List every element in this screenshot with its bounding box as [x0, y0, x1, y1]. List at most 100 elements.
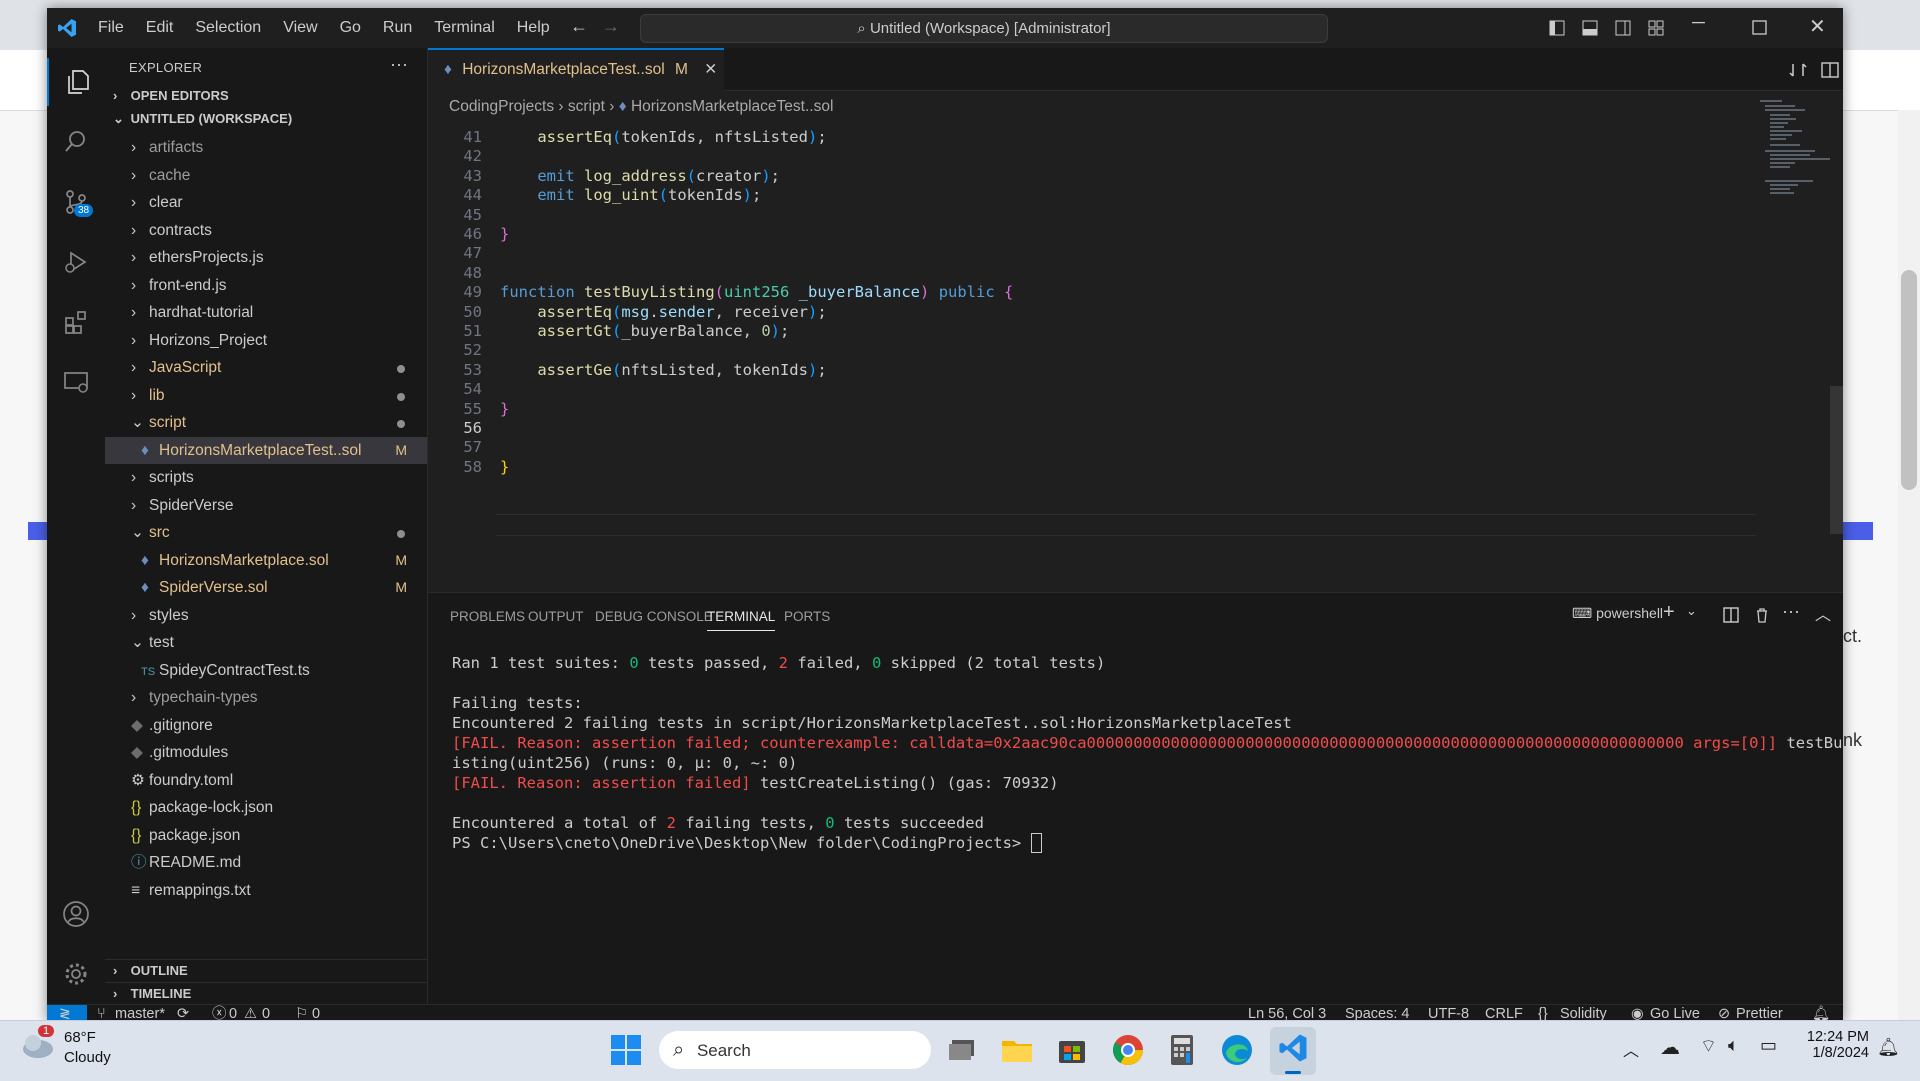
folder-item[interactable]: › artifacts — [105, 134, 427, 161]
clock[interactable]: 12:24 PM 1/8/2024 — [1795, 1029, 1869, 1061]
browser-scrollbar[interactable] — [1898, 110, 1920, 1020]
run-debug-activity[interactable] — [47, 238, 105, 286]
menu-edit[interactable]: Edit — [135, 18, 185, 38]
edge-icon[interactable] — [1218, 1031, 1256, 1069]
command-center-search[interactable]: ⌕ Untitled (Workspace) [Administrator] — [640, 14, 1328, 43]
explorer-activity[interactable] — [47, 58, 107, 106]
folder-item[interactable]: › lib — [105, 382, 427, 409]
taskbar-search[interactable]: ⌕ Search — [659, 1031, 931, 1069]
file-item[interactable]: ♦ HorizonsMarketplaceTest..sol M — [105, 437, 427, 464]
split-editor-icon[interactable] — [1821, 61, 1839, 79]
breadcrumb-folder[interactable]: CodingProjects — [449, 98, 554, 115]
battery-icon[interactable]: ▭ — [1760, 1035, 1777, 1056]
folder-item[interactable]: › ethersProjects.js — [105, 244, 427, 271]
folder-item[interactable]: › hardhat-tutorial — [105, 299, 427, 326]
calculator-icon[interactable] — [1163, 1031, 1201, 1069]
folder-item[interactable]: › cache — [105, 162, 427, 189]
file-item[interactable]: ◆ .gitmodules — [105, 739, 427, 766]
tab-problems[interactable]: PROBLEMS — [450, 609, 525, 624]
split-terminal-icon[interactable] — [1723, 607, 1739, 623]
folder-item[interactable]: › front-end.js — [105, 272, 427, 299]
timeline-section[interactable]: › TIMELINE — [105, 982, 427, 1005]
chrome-icon[interactable] — [1109, 1031, 1147, 1069]
folder-item[interactable]: ⌄ src — [105, 519, 427, 546]
file-item[interactable]: ♦ SpiderVerse.sol M — [105, 574, 427, 601]
notification-bell-icon[interactable]: 🔔︎ — [1877, 1037, 1900, 1058]
code-line[interactable]: } — [500, 400, 509, 418]
folder-item[interactable]: › Horizons_Project — [105, 327, 427, 354]
volume-icon[interactable]: 🔈︎ — [1728, 1035, 1739, 1056]
tab-ports[interactable]: PORTS — [784, 609, 830, 624]
code-line[interactable]: assertGt(_buyerBalance, 0); — [500, 322, 789, 340]
extensions-activity[interactable] — [47, 298, 105, 346]
tab-horizons-marketplace-test[interactable]: ♦ HorizonsMarketplaceTest..sol M ✕ — [428, 48, 724, 92]
terminal-profile[interactable]: ⌨ powershell — [1572, 605, 1663, 622]
tab-output[interactable]: OUTPUT — [528, 609, 584, 624]
code-line[interactable]: assertGe(nftsListed, tokenIds); — [500, 361, 826, 379]
code-line[interactable]: emit log_address(creator); — [500, 167, 780, 185]
chevron-up-icon[interactable]: ︿ — [1623, 1037, 1639, 1061]
forward-arrow-icon[interactable]: → — [602, 16, 620, 37]
toggle-panel-icon[interactable] — [1582, 20, 1598, 36]
source-control-activity[interactable]: 38 — [47, 178, 105, 226]
folder-item[interactable]: › JavaScript — [105, 354, 427, 381]
explorer-more-icon[interactable]: ··· — [390, 54, 408, 75]
start-button-icon[interactable] — [607, 1031, 645, 1069]
outline-section[interactable]: › OUTLINE — [105, 959, 427, 982]
chevron-down-icon[interactable]: ⌄ — [1686, 603, 1697, 619]
close-window-icon[interactable]: ✕ — [1809, 14, 1826, 39]
file-item[interactable]: ♦ HorizonsMarketplace.sol M — [105, 547, 427, 574]
folder-item[interactable]: › SpiderVerse — [105, 492, 427, 519]
menu-run[interactable]: Run — [372, 18, 423, 38]
new-terminal-icon[interactable]: + — [1663, 601, 1675, 624]
panel-more-icon[interactable]: ··· — [1782, 601, 1800, 622]
maximize-icon[interactable] — [1752, 20, 1767, 35]
file-item[interactable]: TS SpideyContractTest.ts — [105, 657, 427, 684]
manage-activity[interactable] — [47, 950, 105, 998]
tab-debug-console[interactable]: DEBUG CONSOLE — [595, 609, 713, 624]
code-editor[interactable]: 41 assertEq(tokenIds, nftsListed); 42 43 e… — [428, 128, 1758, 588]
code-line[interactable]: } — [500, 458, 509, 476]
code-line[interactable]: assertEq(msg.sender, receiver); — [500, 303, 826, 321]
file-explorer-icon[interactable] — [998, 1031, 1036, 1069]
trash-icon[interactable] — [1754, 607, 1770, 623]
file-item[interactable]: ⓘ README.md — [105, 849, 427, 876]
folder-item[interactable]: ⌄ test — [105, 629, 427, 656]
microsoft-store-icon[interactable] — [1053, 1031, 1091, 1069]
menu-selection[interactable]: Selection — [184, 18, 272, 38]
folder-item[interactable]: › styles — [105, 602, 427, 629]
folder-item[interactable]: › typechain-types — [105, 684, 427, 711]
onedrive-icon[interactable]: ☁ — [1660, 1035, 1680, 1060]
folder-item[interactable]: ⌄ script — [105, 409, 427, 436]
breadcrumb-subfolder[interactable]: script — [568, 98, 605, 115]
code-line[interactable]: assertEq(tokenIds, nftsListed); — [500, 128, 826, 146]
file-item[interactable]: ≡ remappings.txt — [105, 877, 427, 904]
wifi-icon[interactable]: ⌔ — [1700, 1035, 1717, 1058]
weather-widget[interactable]: 1 68°F Cloudy — [20, 1025, 111, 1066]
folder-item[interactable]: › scripts — [105, 464, 427, 491]
menu-file[interactable]: File — [87, 18, 135, 38]
file-item[interactable]: ◆ .gitignore — [105, 712, 427, 739]
file-item[interactable]: ⚙ foundry.toml — [105, 767, 427, 794]
minimize-icon[interactable]: ─ — [1692, 12, 1705, 33]
task-view-icon[interactable] — [944, 1031, 982, 1069]
menu-go[interactable]: Go — [329, 18, 372, 38]
open-editors-section[interactable]: › OPEN EDITORS — [105, 85, 427, 107]
toggle-secondary-sidebar-icon[interactable] — [1615, 20, 1631, 36]
editor-scrollbar[interactable] — [1830, 386, 1843, 534]
accounts-activity[interactable] — [47, 890, 105, 938]
maximize-panel-icon[interactable]: ︿ — [1815, 601, 1831, 625]
back-arrow-icon[interactable]: ← — [570, 16, 588, 37]
open-changes-icon[interactable] — [1789, 61, 1807, 79]
file-item[interactable]: {} package.json — [105, 822, 427, 849]
tab-terminal[interactable]: TERMINAL — [707, 609, 776, 631]
browser-scrollbar-thumb[interactable] — [1901, 270, 1917, 490]
folder-item[interactable]: › clear — [105, 189, 427, 216]
remote-explorer-activity[interactable] — [47, 358, 105, 406]
toggle-sidebar-icon[interactable] — [1549, 20, 1565, 36]
menu-terminal[interactable]: Terminal — [423, 18, 505, 38]
close-tab-icon[interactable]: ✕ — [704, 61, 717, 78]
workspace-section[interactable]: ⌄ UNTITLED (WORKSPACE) — [105, 108, 427, 130]
terminal-output[interactable]: Ran 1 test suites: 0 tests passed, 2 fai… — [452, 653, 1843, 853]
code-line[interactable]: emit log_uint(tokenIds); — [500, 186, 761, 204]
